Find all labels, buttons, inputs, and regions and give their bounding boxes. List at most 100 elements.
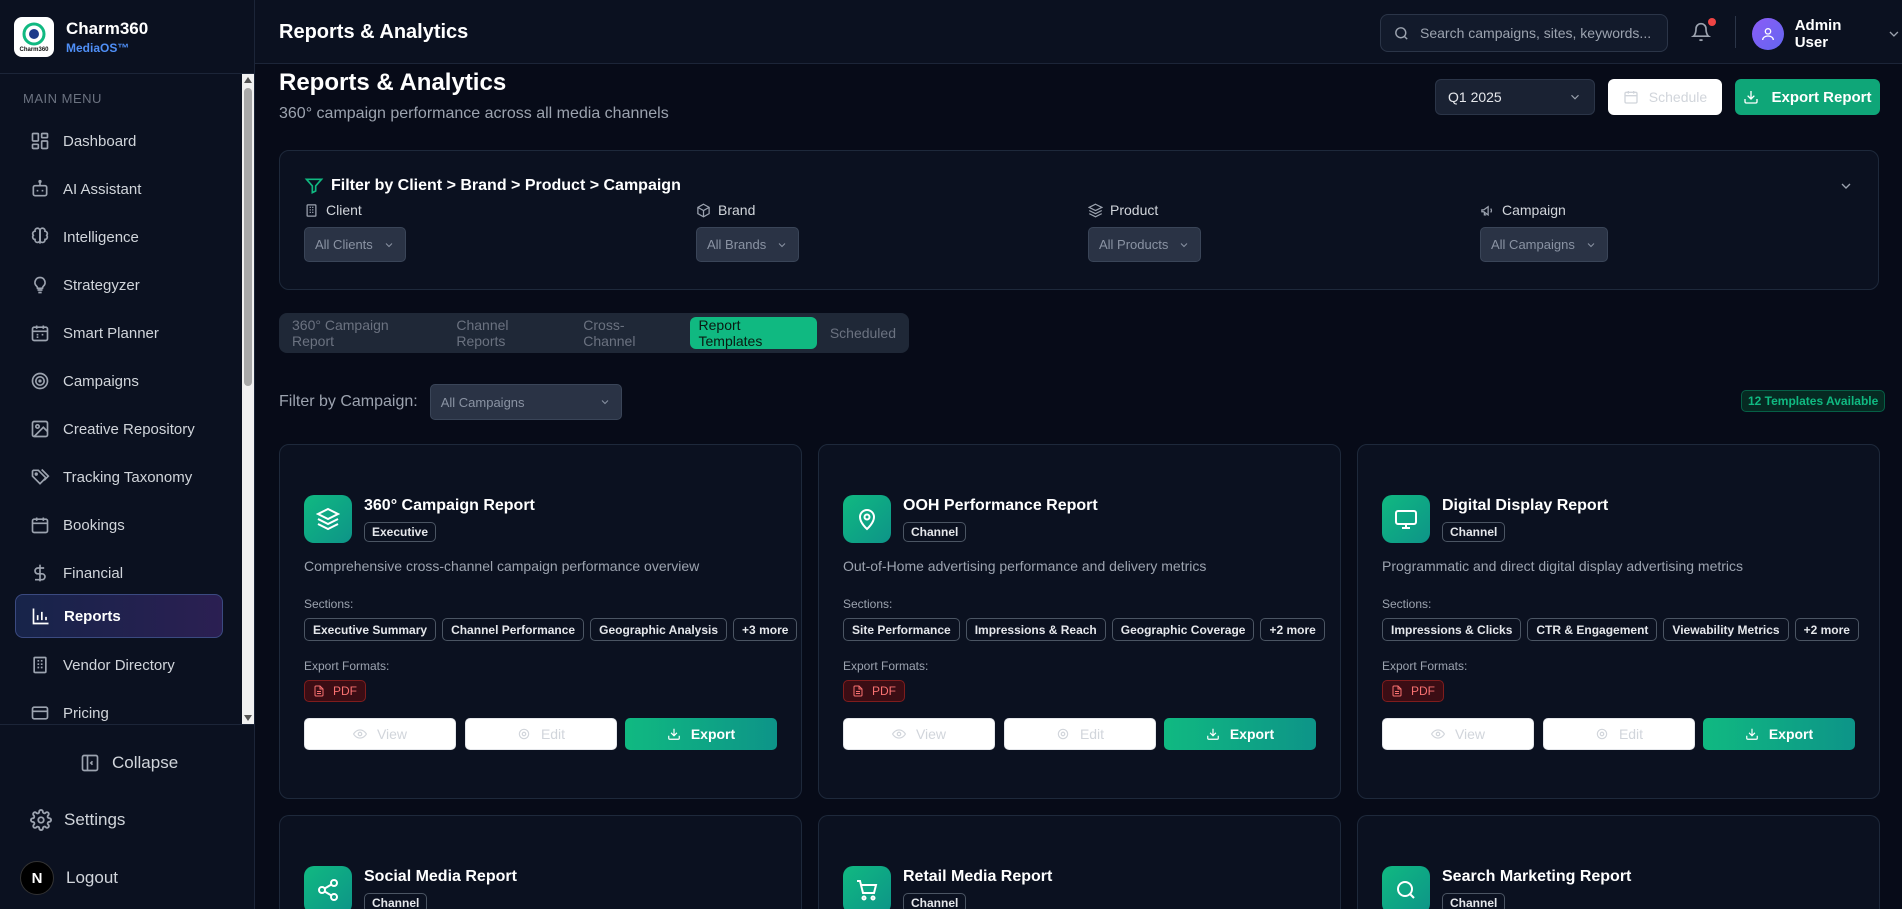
chevron-down-icon xyxy=(1571,94,1579,100)
campaign-select[interactable]: All Campaigns xyxy=(1480,227,1608,262)
filter-label: Brand xyxy=(718,202,756,218)
sidebar-item-bookings[interactable]: Bookings xyxy=(15,503,223,547)
edit-label: Edit xyxy=(1618,726,1644,742)
chevron-down-icon xyxy=(385,242,393,247)
sidebar-item-label: Smart Planner xyxy=(63,324,159,342)
sidebar: Charm360 Charm360 MediaOS™ MAIN MENU Das… xyxy=(0,0,255,909)
notification-dot xyxy=(1708,18,1716,26)
calendar-icon xyxy=(31,325,49,342)
user-menu[interactable]: Admin User xyxy=(1752,17,1902,51)
format-badge: PDF xyxy=(843,680,905,702)
view-button[interactable]: View xyxy=(843,718,995,750)
tab-cross-channel[interactable]: Cross-Channel xyxy=(574,317,685,349)
settings-link[interactable]: Settings xyxy=(30,809,125,831)
sidebar-item-strategyzer[interactable]: Strategyzer xyxy=(15,263,223,307)
brand-subtitle: MediaOS™ xyxy=(66,40,130,55)
sidebar-item-vendor-directory[interactable]: Vendor Directory xyxy=(15,643,223,687)
brand-name: Charm360 xyxy=(66,18,149,38)
edit-button[interactable]: Edit xyxy=(1543,718,1695,750)
chevron-down-icon[interactable] xyxy=(1838,178,1854,194)
card-description: Out-of-Home advertising performance and … xyxy=(843,558,1207,574)
megaphone-icon xyxy=(1481,205,1493,216)
sections-label: Sections: xyxy=(304,597,354,611)
building-icon xyxy=(306,203,317,217)
filter-label: Client xyxy=(326,202,362,218)
sidebar-item-ai-assistant[interactable]: AI Assistant xyxy=(15,167,223,211)
edit-button[interactable]: Edit xyxy=(1004,718,1156,750)
download-icon xyxy=(1206,728,1219,740)
sidebar-item-pricing[interactable]: Pricing xyxy=(15,691,223,724)
template-card: OOH Performance Report Channel Out-of-Ho… xyxy=(818,444,1341,799)
tab-360-campaign-report[interactable]: 360° Campaign Report xyxy=(283,317,443,349)
sidebar-item-financial[interactable]: Financial xyxy=(15,551,223,595)
edit-button[interactable]: Edit xyxy=(465,718,617,750)
credit-card-icon xyxy=(31,706,49,720)
search-icon xyxy=(1395,26,1408,40)
sidebar-item-campaigns[interactable]: Campaigns xyxy=(15,359,223,403)
sidebar-item-tracking-taxonomy[interactable]: Tracking Taxonomy xyxy=(15,455,223,499)
search-icon xyxy=(1382,866,1430,909)
target-icon xyxy=(31,372,49,390)
tab-channel-reports[interactable]: Channel Reports xyxy=(447,317,570,349)
more-sections-chip[interactable]: +2 more xyxy=(1794,618,1859,641)
collapse-button[interactable]: Collapse xyxy=(80,753,178,773)
period-select[interactable]: Q1 2025 xyxy=(1435,79,1595,115)
product-select[interactable]: All Products xyxy=(1088,227,1202,262)
sidebar-item-label: Creative Repository xyxy=(63,420,195,438)
image-icon xyxy=(31,420,49,438)
logout-link[interactable]: N Logout xyxy=(20,861,118,895)
more-sections-chip[interactable]: +2 more xyxy=(1260,618,1325,641)
card-title: 360° Campaign Report xyxy=(364,497,535,514)
template-card: Digital Display Report Channel Programma… xyxy=(1357,444,1880,799)
schedule-button[interactable]: Schedule xyxy=(1608,79,1722,115)
template-card: 360° Campaign Report Executive Comprehen… xyxy=(279,444,802,799)
page-subtitle: 360° campaign performance across all med… xyxy=(279,105,669,122)
export-report-button[interactable]: Export Report xyxy=(1735,79,1880,115)
brand[interactable]: Charm360 Charm360 MediaOS™ xyxy=(0,0,254,74)
product-filter-label: Product xyxy=(1088,202,1201,218)
report-tabs: 360° Campaign Report Channel Reports Cro… xyxy=(279,313,909,353)
tab-scheduled[interactable]: Scheduled xyxy=(821,317,905,349)
sidebar-item-creative-repository[interactable]: Creative Repository xyxy=(15,407,223,451)
file-icon xyxy=(853,685,863,697)
scrollbar-thumb[interactable] xyxy=(244,88,252,386)
format-label: PDF xyxy=(333,684,357,698)
bell-icon[interactable] xyxy=(1691,22,1711,42)
section-chips: Impressions & Clicks CTR & Engagement Vi… xyxy=(1382,618,1865,641)
export-button[interactable]: Export xyxy=(1164,718,1316,750)
card-tag: Channel xyxy=(364,893,428,909)
client-filter-label: Client xyxy=(304,202,406,218)
chevron-down-icon xyxy=(1181,242,1188,247)
sidebar-item-reports[interactable]: Reports xyxy=(15,594,223,638)
scroll-up-arrow-icon[interactable] xyxy=(244,77,252,83)
campaign-filter-select[interactable]: All Campaigns xyxy=(429,384,622,420)
edit-label: Edit xyxy=(1079,726,1105,742)
sidebar-item-intelligence[interactable]: Intelligence xyxy=(15,215,223,259)
card-tag: Channel xyxy=(903,522,967,542)
section-chip: Executive Summary xyxy=(304,618,437,641)
period-value: Q1 2025 xyxy=(1448,89,1502,105)
more-sections-chip[interactable]: +3 more xyxy=(733,618,798,641)
sidebar-item-dashboard[interactable]: Dashboard xyxy=(15,119,223,163)
scroll-down-arrow-icon[interactable] xyxy=(244,715,252,721)
client-select[interactable]: All Clients xyxy=(304,227,406,262)
format-badge: PDF xyxy=(304,680,366,702)
sidebar-item-label: Financial xyxy=(63,564,124,582)
export-report-label: Export Report xyxy=(1771,88,1872,106)
sidebar-scrollbar[interactable] xyxy=(242,74,254,724)
topbar: Reports & Analytics Search campaigns, si… xyxy=(255,0,1902,64)
format-label: PDF xyxy=(872,684,896,698)
sidebar-item-smart-planner[interactable]: Smart Planner xyxy=(15,311,223,355)
view-button[interactable]: View xyxy=(304,718,456,750)
filter-panel: Filter by Client > Brand > Product > Cam… xyxy=(279,150,1879,290)
search-input[interactable]: Search campaigns, sites, keywords... xyxy=(1380,14,1668,52)
tab-report-templates[interactable]: Report Templates xyxy=(689,317,817,349)
calendar-icon xyxy=(31,517,49,534)
sidebar-footer: Collapse Settings N Logout xyxy=(0,724,255,909)
sidebar-item-label: AI Assistant xyxy=(63,180,142,198)
brand-select[interactable]: All Brands xyxy=(696,227,800,262)
export-button[interactable]: Export xyxy=(1703,718,1855,750)
view-button[interactable]: View xyxy=(1382,718,1534,750)
export-button[interactable]: Export xyxy=(625,718,777,750)
view-label: View xyxy=(376,726,408,742)
